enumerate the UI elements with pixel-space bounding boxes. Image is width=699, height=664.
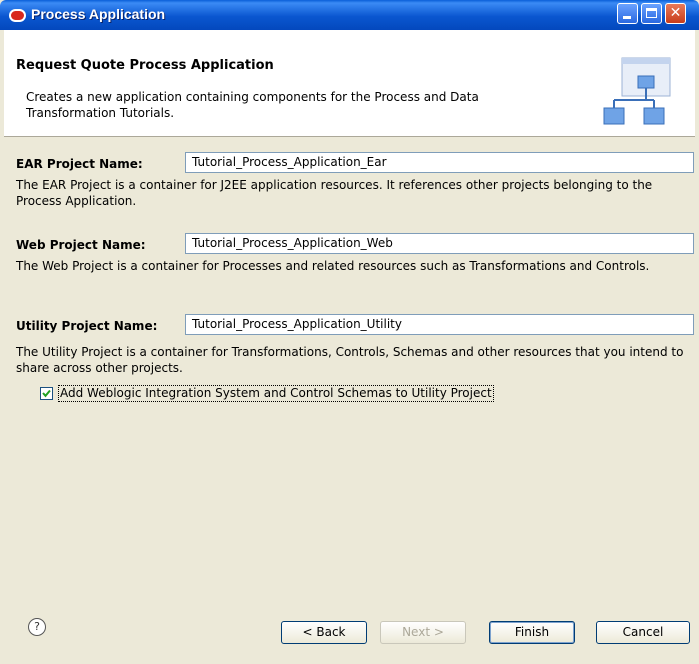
help-icon[interactable]: ? (28, 618, 46, 636)
web-project-description: The Web Project is a container for Proce… (16, 259, 650, 273)
ear-project-label: EAR Project Name: (16, 157, 143, 171)
oracle-logo-icon (9, 9, 26, 22)
maximize-button[interactable] (641, 3, 662, 24)
maximize-icon (646, 8, 657, 18)
next-button[interactable]: Next > (380, 621, 466, 644)
ear-project-description: The EAR Project is a container for J2EE … (16, 178, 653, 208)
checkmark-icon (42, 389, 51, 398)
utility-project-label: Utility Project Name: (16, 319, 158, 333)
ear-project-name-input[interactable]: Tutorial_Process_Application_Ear (185, 152, 694, 173)
finish-button[interactable]: Finish (489, 621, 575, 644)
close-icon: ✕ (669, 5, 682, 21)
back-button[interactable]: < Back (281, 621, 367, 644)
project-hierarchy-icon (603, 57, 671, 125)
web-project-name-input[interactable]: Tutorial_Process_Application_Web (185, 233, 694, 254)
minimize-button[interactable] (617, 3, 638, 24)
wizard-page-description: Creates a new application containing com… (26, 90, 479, 120)
add-schemas-label[interactable]: Add Weblogic Integration System and Cont… (58, 385, 494, 402)
process-application-dialog: Process Application ✕ Request Quote Proc… (0, 0, 699, 664)
add-schemas-checkbox[interactable] (40, 387, 53, 400)
title-bar[interactable]: Process Application ✕ (0, 0, 699, 30)
utility-project-description: The Utility Project is a container for T… (16, 345, 684, 375)
window-title: Process Application (31, 6, 166, 22)
minimize-icon (623, 16, 631, 19)
wizard-footer: ? < Back Next > Finish Cancel (4, 600, 695, 664)
cancel-button[interactable]: Cancel (596, 621, 690, 644)
web-project-label: Web Project Name: (16, 238, 146, 252)
wizard-header: Request Quote Process Application Create… (4, 30, 695, 137)
utility-project-name-input[interactable]: Tutorial_Process_Application_Utility (185, 314, 694, 335)
close-button[interactable]: ✕ (665, 3, 686, 24)
wizard-page-title: Request Quote Process Application (16, 58, 274, 73)
